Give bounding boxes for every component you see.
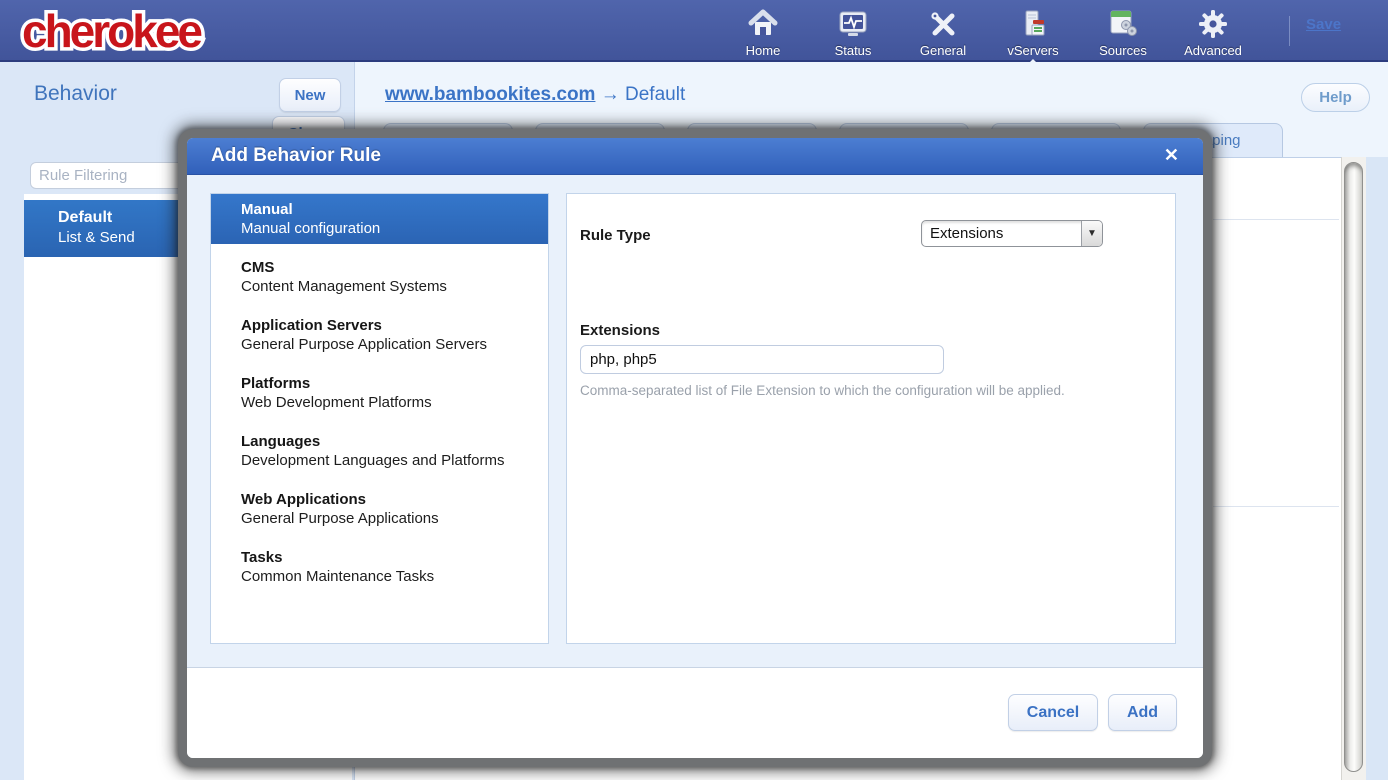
category-subtitle: Common Maintenance Tasks xyxy=(241,567,548,586)
category-title: CMS xyxy=(241,258,548,277)
nav-label: Status xyxy=(835,43,872,58)
cherokee-admin-window: cherokee Home xyxy=(0,0,1388,780)
content-divider xyxy=(1213,219,1339,220)
category-item-application-servers[interactable]: Application Servers General Purpose Appl… xyxy=(211,311,548,360)
vservers-icon xyxy=(1017,6,1049,42)
nav-item-vservers[interactable]: vServers xyxy=(1000,6,1066,58)
category-title: Platforms xyxy=(241,374,548,393)
content-scrollbar-thumb[interactable] xyxy=(1344,162,1363,772)
save-link[interactable]: Save xyxy=(1306,16,1341,33)
category-item-tasks[interactable]: Tasks Common Maintenance Tasks xyxy=(211,543,548,592)
category-subtitle: General Purpose Application Servers xyxy=(241,335,548,354)
tools-icon xyxy=(927,6,959,42)
category-item-web-applications[interactable]: Web Applications General Purpose Applica… xyxy=(211,485,548,534)
nav-items: Home Status xyxy=(730,6,1246,58)
rule-category-list: Manual Manual configuration CMS Content … xyxy=(210,193,549,644)
rule-type-selected-value: Extensions xyxy=(930,225,1081,242)
category-item-languages[interactable]: Languages Development Languages and Plat… xyxy=(211,427,548,476)
home-icon xyxy=(747,6,779,42)
extensions-help-text: Comma-separated list of File Extension t… xyxy=(580,383,1065,398)
dialog-header: Add Behavior Rule ✕ xyxy=(187,138,1203,175)
category-subtitle: General Purpose Applications xyxy=(241,509,548,528)
category-item-platforms[interactable]: Platforms Web Development Platforms xyxy=(211,369,548,418)
cherokee-logo: cherokee xyxy=(18,2,288,65)
rule-form-panel: Rule Type Extensions ▼ Extensions Comma-… xyxy=(566,193,1176,644)
nav-item-home[interactable]: Home xyxy=(730,6,796,58)
rule-type-select[interactable]: Extensions ▼ xyxy=(921,220,1103,247)
nav-label: Home xyxy=(746,43,781,58)
nav-label: vServers xyxy=(1007,43,1058,58)
sources-icon xyxy=(1107,6,1139,42)
category-title: Tasks xyxy=(241,548,548,567)
chevron-down-icon: ▼ xyxy=(1081,221,1102,246)
nav-label: Sources xyxy=(1099,43,1147,58)
dialog-body: Manual Manual configuration CMS Content … xyxy=(187,176,1203,667)
content-scrollbar-track[interactable] xyxy=(1341,157,1366,780)
breadcrumb: www.bambookites.com → Default xyxy=(385,84,685,106)
sidebar-title: Behavior xyxy=(34,82,117,106)
category-subtitle: Development Languages and Platforms xyxy=(241,451,548,470)
dialog-footer: Cancel Add xyxy=(187,667,1203,758)
gear-icon xyxy=(1197,6,1229,42)
category-subtitle: Content Management Systems xyxy=(241,277,548,296)
category-item-cms[interactable]: CMS Content Management Systems xyxy=(211,253,548,302)
nav-item-general[interactable]: General xyxy=(910,6,976,58)
content-divider xyxy=(1213,506,1339,507)
add-button[interactable]: Add xyxy=(1108,694,1177,731)
cherokee-logo-text: cherokee xyxy=(22,5,202,57)
category-subtitle: Manual configuration xyxy=(241,219,548,238)
nav-item-advanced[interactable]: Advanced xyxy=(1180,6,1246,58)
category-item-manual[interactable]: Manual Manual configuration xyxy=(211,194,548,244)
cancel-button[interactable]: Cancel xyxy=(1008,694,1098,731)
new-rule-button[interactable]: New xyxy=(279,78,341,112)
extensions-input[interactable] xyxy=(580,345,944,374)
breadcrumb-current: Default xyxy=(625,84,685,105)
status-icon xyxy=(837,6,869,42)
category-subtitle: Web Development Platforms xyxy=(241,393,548,412)
nav-label: General xyxy=(920,43,966,58)
category-title: Languages xyxy=(241,432,548,451)
extensions-label: Extensions xyxy=(580,322,660,339)
category-title: Manual xyxy=(241,200,548,219)
help-button[interactable]: Help xyxy=(1301,83,1370,112)
close-icon[interactable]: ✕ xyxy=(1164,145,1179,166)
nav-item-sources[interactable]: Sources xyxy=(1090,6,1156,58)
dialog-title: Add Behavior Rule xyxy=(211,145,381,167)
breadcrumb-vserver-link[interactable]: www.bambookites.com xyxy=(385,84,595,105)
top-navigation-bar: cherokee Home xyxy=(0,0,1388,62)
nav-label: Advanced xyxy=(1184,43,1242,58)
add-behavior-rule-dialog: Add Behavior Rule ✕ Manual Manual config… xyxy=(178,129,1212,767)
category-title: Web Applications xyxy=(241,490,548,509)
nav-item-status[interactable]: Status xyxy=(820,6,886,58)
rule-type-label: Rule Type xyxy=(580,227,651,244)
breadcrumb-arrow: → xyxy=(601,84,620,105)
nav-separator xyxy=(1289,16,1290,46)
category-title: Application Servers xyxy=(241,316,548,335)
right-margin-strip xyxy=(1366,157,1388,780)
